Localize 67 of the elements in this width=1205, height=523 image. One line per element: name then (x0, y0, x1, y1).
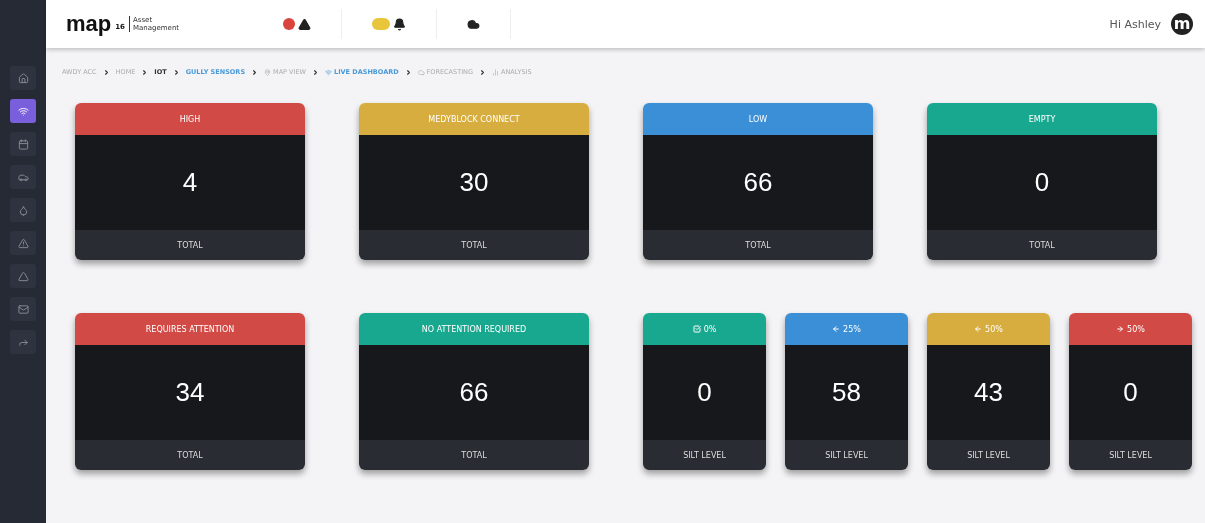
greeting: Hi Ashley (1109, 17, 1161, 31)
chevron-icon (312, 68, 319, 76)
card-value: 66 (359, 345, 589, 440)
card-title: NO ATTENTION REQUIRED (421, 324, 527, 334)
card-title: REQUIRES ATTENTION (145, 324, 235, 334)
sidebar-item[interactable] (10, 198, 36, 222)
card-title: LOW (748, 114, 768, 124)
card-value: 0 (1069, 345, 1192, 440)
sidebar-item[interactable] (10, 297, 36, 321)
card-value: 66 (643, 135, 873, 230)
card-footer: TOTAL (75, 230, 305, 260)
card-title: 0% (703, 324, 717, 334)
cloud-icon (467, 17, 480, 31)
arrow-left-icon (832, 325, 841, 333)
card-footer: TOTAL (359, 230, 589, 260)
card-title: HIGH (179, 114, 201, 124)
card-value: 43 (927, 345, 1050, 440)
card-title: 50% (985, 324, 1003, 334)
avatar[interactable]: m (1171, 13, 1193, 35)
card-title: 25% (843, 324, 861, 334)
chevron-icon (141, 68, 149, 76)
wifi-icon (325, 68, 332, 76)
sidebar-item[interactable] (10, 132, 36, 156)
chevron-icon (404, 68, 412, 76)
chevron-icon (102, 68, 110, 76)
card-footer: SILT LEVEL (643, 440, 766, 470)
card-value: 58 (785, 345, 908, 440)
bar-chart-icon (492, 68, 499, 76)
chevron-icon (172, 68, 180, 76)
mail-icon (17, 303, 29, 315)
droplet-icon (17, 204, 29, 216)
chevron-icon (479, 68, 486, 76)
card-footer: SILT LEVEL (1069, 440, 1192, 470)
warning-icon (298, 17, 311, 31)
card-title: MEDYBLOCK CONNECT (428, 114, 520, 124)
cloud-icon (417, 68, 425, 76)
card-footer: SILT LEVEL (785, 440, 908, 470)
sidebar-item[interactable] (10, 165, 36, 189)
calendar-icon (17, 138, 29, 150)
card-footer: TOTAL (75, 440, 305, 470)
sidebar-item[interactable] (10, 99, 36, 123)
checkbox-icon (692, 325, 701, 333)
arrow-right-icon (1116, 325, 1125, 333)
card-value: 4 (75, 135, 305, 230)
sidebar-item[interactable] (10, 66, 36, 90)
pin-icon (264, 68, 272, 76)
arrow-left-icon (974, 325, 983, 333)
card-footer: TOTAL (927, 230, 1157, 260)
sidebar-item[interactable] (10, 231, 36, 255)
triangle-icon (17, 270, 29, 282)
card-footer: TOTAL (643, 230, 873, 260)
card-title: EMPTY (1028, 114, 1056, 124)
sidebar-item[interactable] (10, 264, 36, 288)
warning-icon (17, 237, 29, 249)
card-footer: TOTAL (359, 440, 589, 470)
home-icon (17, 72, 29, 84)
card-value: 0 (643, 345, 766, 440)
logo: map (66, 11, 112, 37)
bell-icon (393, 17, 406, 31)
sidebar-item[interactable] (10, 330, 36, 354)
card-footer: SILT LEVEL (927, 440, 1050, 470)
wifi-icon (17, 105, 29, 117)
chevron-icon (251, 68, 259, 76)
card-value: 34 (75, 345, 305, 440)
card-value: 30 (359, 135, 589, 230)
card-value: 0 (927, 135, 1157, 230)
card-title: 50% (1127, 324, 1145, 334)
